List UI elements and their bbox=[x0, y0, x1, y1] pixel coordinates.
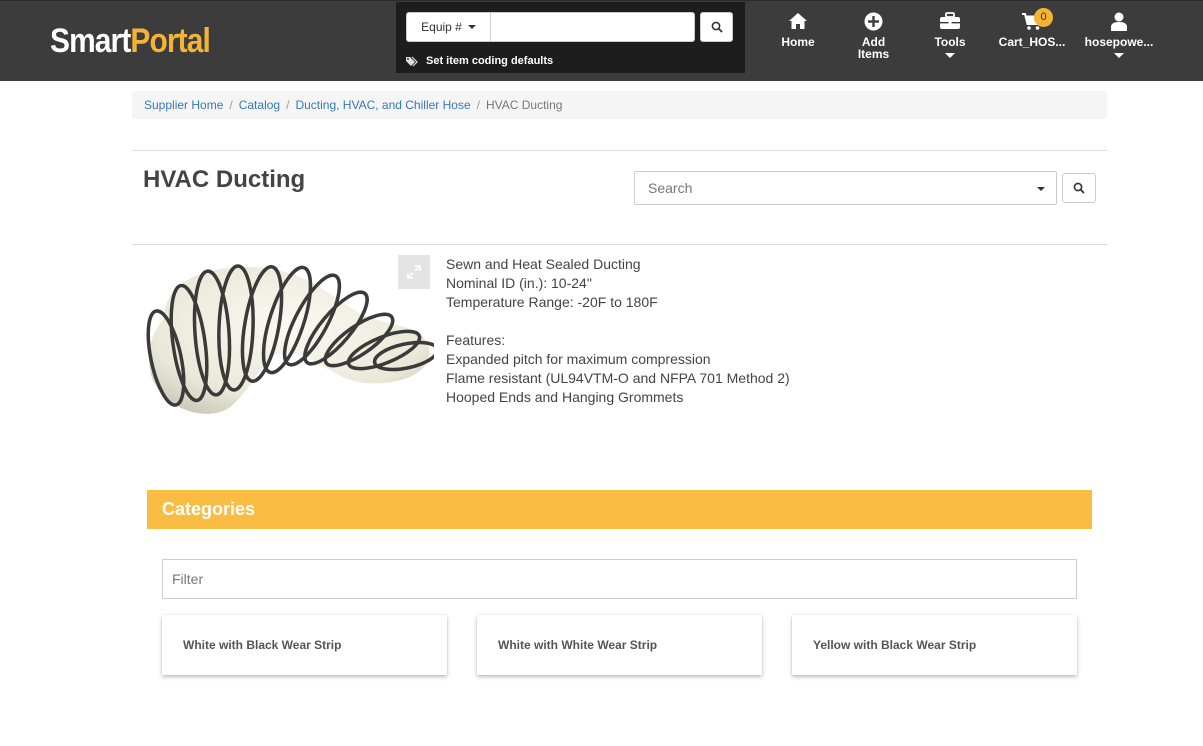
breadcrumb-separator: / bbox=[476, 98, 480, 112]
category-card-label: White with Black Wear Strip bbox=[183, 638, 342, 652]
user-caret-icon bbox=[1114, 53, 1124, 58]
category-card-white-black-strip[interactable]: White with Black Wear Strip bbox=[162, 615, 447, 675]
briefcase-icon bbox=[940, 12, 960, 29]
description-line: Nominal ID (in.): 10-24" bbox=[446, 275, 592, 291]
catalog-search-select[interactable]: Search bbox=[634, 171, 1057, 205]
feature-line: Expanded pitch for maximum compression bbox=[446, 351, 711, 367]
page-title: HVAC Ducting bbox=[143, 166, 306, 193]
feature-line: Hooped Ends and Hanging Grommets bbox=[446, 389, 684, 405]
breadcrumb-ducting-hvac-chiller[interactable]: Ducting, HVAC, and Chiller Hose bbox=[295, 98, 470, 112]
breadcrumb-supplier-home[interactable]: Supplier Home bbox=[144, 98, 223, 112]
equip-type-dropdown[interactable]: Equip # bbox=[406, 12, 491, 42]
ducting-hose-illustration bbox=[146, 264, 440, 414]
category-filter-input[interactable]: Filter bbox=[162, 559, 1077, 599]
nav-cart-label: Cart_HOS... bbox=[998, 35, 1066, 49]
catalog-search-button[interactable] bbox=[1062, 173, 1096, 203]
category-card-yellow-black-strip[interactable]: Yellow with Black Wear Strip bbox=[792, 615, 1077, 675]
tools-caret-icon bbox=[945, 53, 955, 58]
expand-image-button[interactable] bbox=[398, 255, 430, 289]
feature-line: Flame resistant (UL94VTM-O and NFPA 701 … bbox=[446, 370, 790, 386]
filter-placeholder: Filter bbox=[172, 571, 204, 587]
nav-add-items-label-2: Items bbox=[857, 47, 890, 61]
search-icon bbox=[711, 21, 723, 33]
top-navbar: SmartPortal Equip # Set item coding defa… bbox=[0, 0, 1203, 81]
nav-add-items[interactable]: Add Items bbox=[855, 11, 892, 60]
breadcrumb-current: HVAC Ducting bbox=[485, 98, 563, 112]
breadcrumb-separator: / bbox=[286, 98, 290, 112]
nav-home-label: Home bbox=[781, 35, 815, 49]
set-item-coding-defaults-link[interactable]: Set item coding defaults bbox=[406, 55, 553, 67]
category-card-white-white-strip[interactable]: White with White Wear Strip bbox=[477, 615, 762, 675]
coding-defaults-label: Set item coding defaults bbox=[426, 55, 554, 67]
search-icon bbox=[1073, 182, 1085, 194]
expand-icon bbox=[407, 265, 421, 279]
description-line: Sewn and Heat Sealed Ducting bbox=[446, 256, 641, 272]
breadcrumb: Supplier Home / Catalog / Ducting, HVAC,… bbox=[132, 91, 1107, 119]
equip-type-label: Equip # bbox=[421, 20, 462, 34]
nav-user-menu[interactable]: hosepowe... bbox=[1083, 11, 1155, 58]
nav-tools[interactable]: Tools bbox=[932, 11, 968, 58]
nav-home[interactable]: Home bbox=[780, 11, 816, 48]
smartportal-logo[interactable]: SmartPortal bbox=[50, 21, 211, 61]
categories-header: Categories bbox=[147, 490, 1092, 529]
caret-down-icon bbox=[1037, 187, 1045, 191]
product-description: Sewn and Heat Sealed Ducting Nominal ID … bbox=[446, 255, 790, 407]
divider bbox=[132, 244, 1107, 245]
plus-circle-icon bbox=[864, 12, 883, 30]
home-icon bbox=[789, 13, 807, 29]
nav-user-label: hosepowe... bbox=[1084, 35, 1154, 49]
user-icon bbox=[1111, 12, 1127, 31]
logo-text-portal: Portal bbox=[130, 22, 210, 60]
cart-count-badge: 0 bbox=[1034, 8, 1053, 27]
features-title: Features: bbox=[446, 332, 506, 348]
equip-search-button[interactable] bbox=[700, 12, 733, 42]
product-image-hvac-ducting[interactable] bbox=[144, 258, 440, 424]
breadcrumb-catalog[interactable]: Catalog bbox=[239, 98, 280, 112]
divider bbox=[132, 150, 1107, 151]
caret-down-icon bbox=[467, 25, 476, 29]
nav-tools-label: Tools bbox=[934, 35, 966, 49]
nav-cart[interactable]: 0 Cart_HOS... bbox=[997, 8, 1067, 49]
equip-number-input[interactable] bbox=[491, 12, 695, 42]
logo-text-smart: Smart bbox=[50, 22, 131, 60]
equipment-search-panel: Equip # Set item coding defaults bbox=[396, 2, 745, 73]
catalog-search-placeholder: Search bbox=[648, 180, 693, 196]
category-card-label: White with White Wear Strip bbox=[498, 638, 658, 652]
category-card-label: Yellow with Black Wear Strip bbox=[813, 638, 977, 652]
breadcrumb-separator: / bbox=[229, 98, 233, 112]
description-line: Temperature Range: -20F to 180F bbox=[446, 294, 658, 310]
tags-icon bbox=[406, 56, 418, 66]
